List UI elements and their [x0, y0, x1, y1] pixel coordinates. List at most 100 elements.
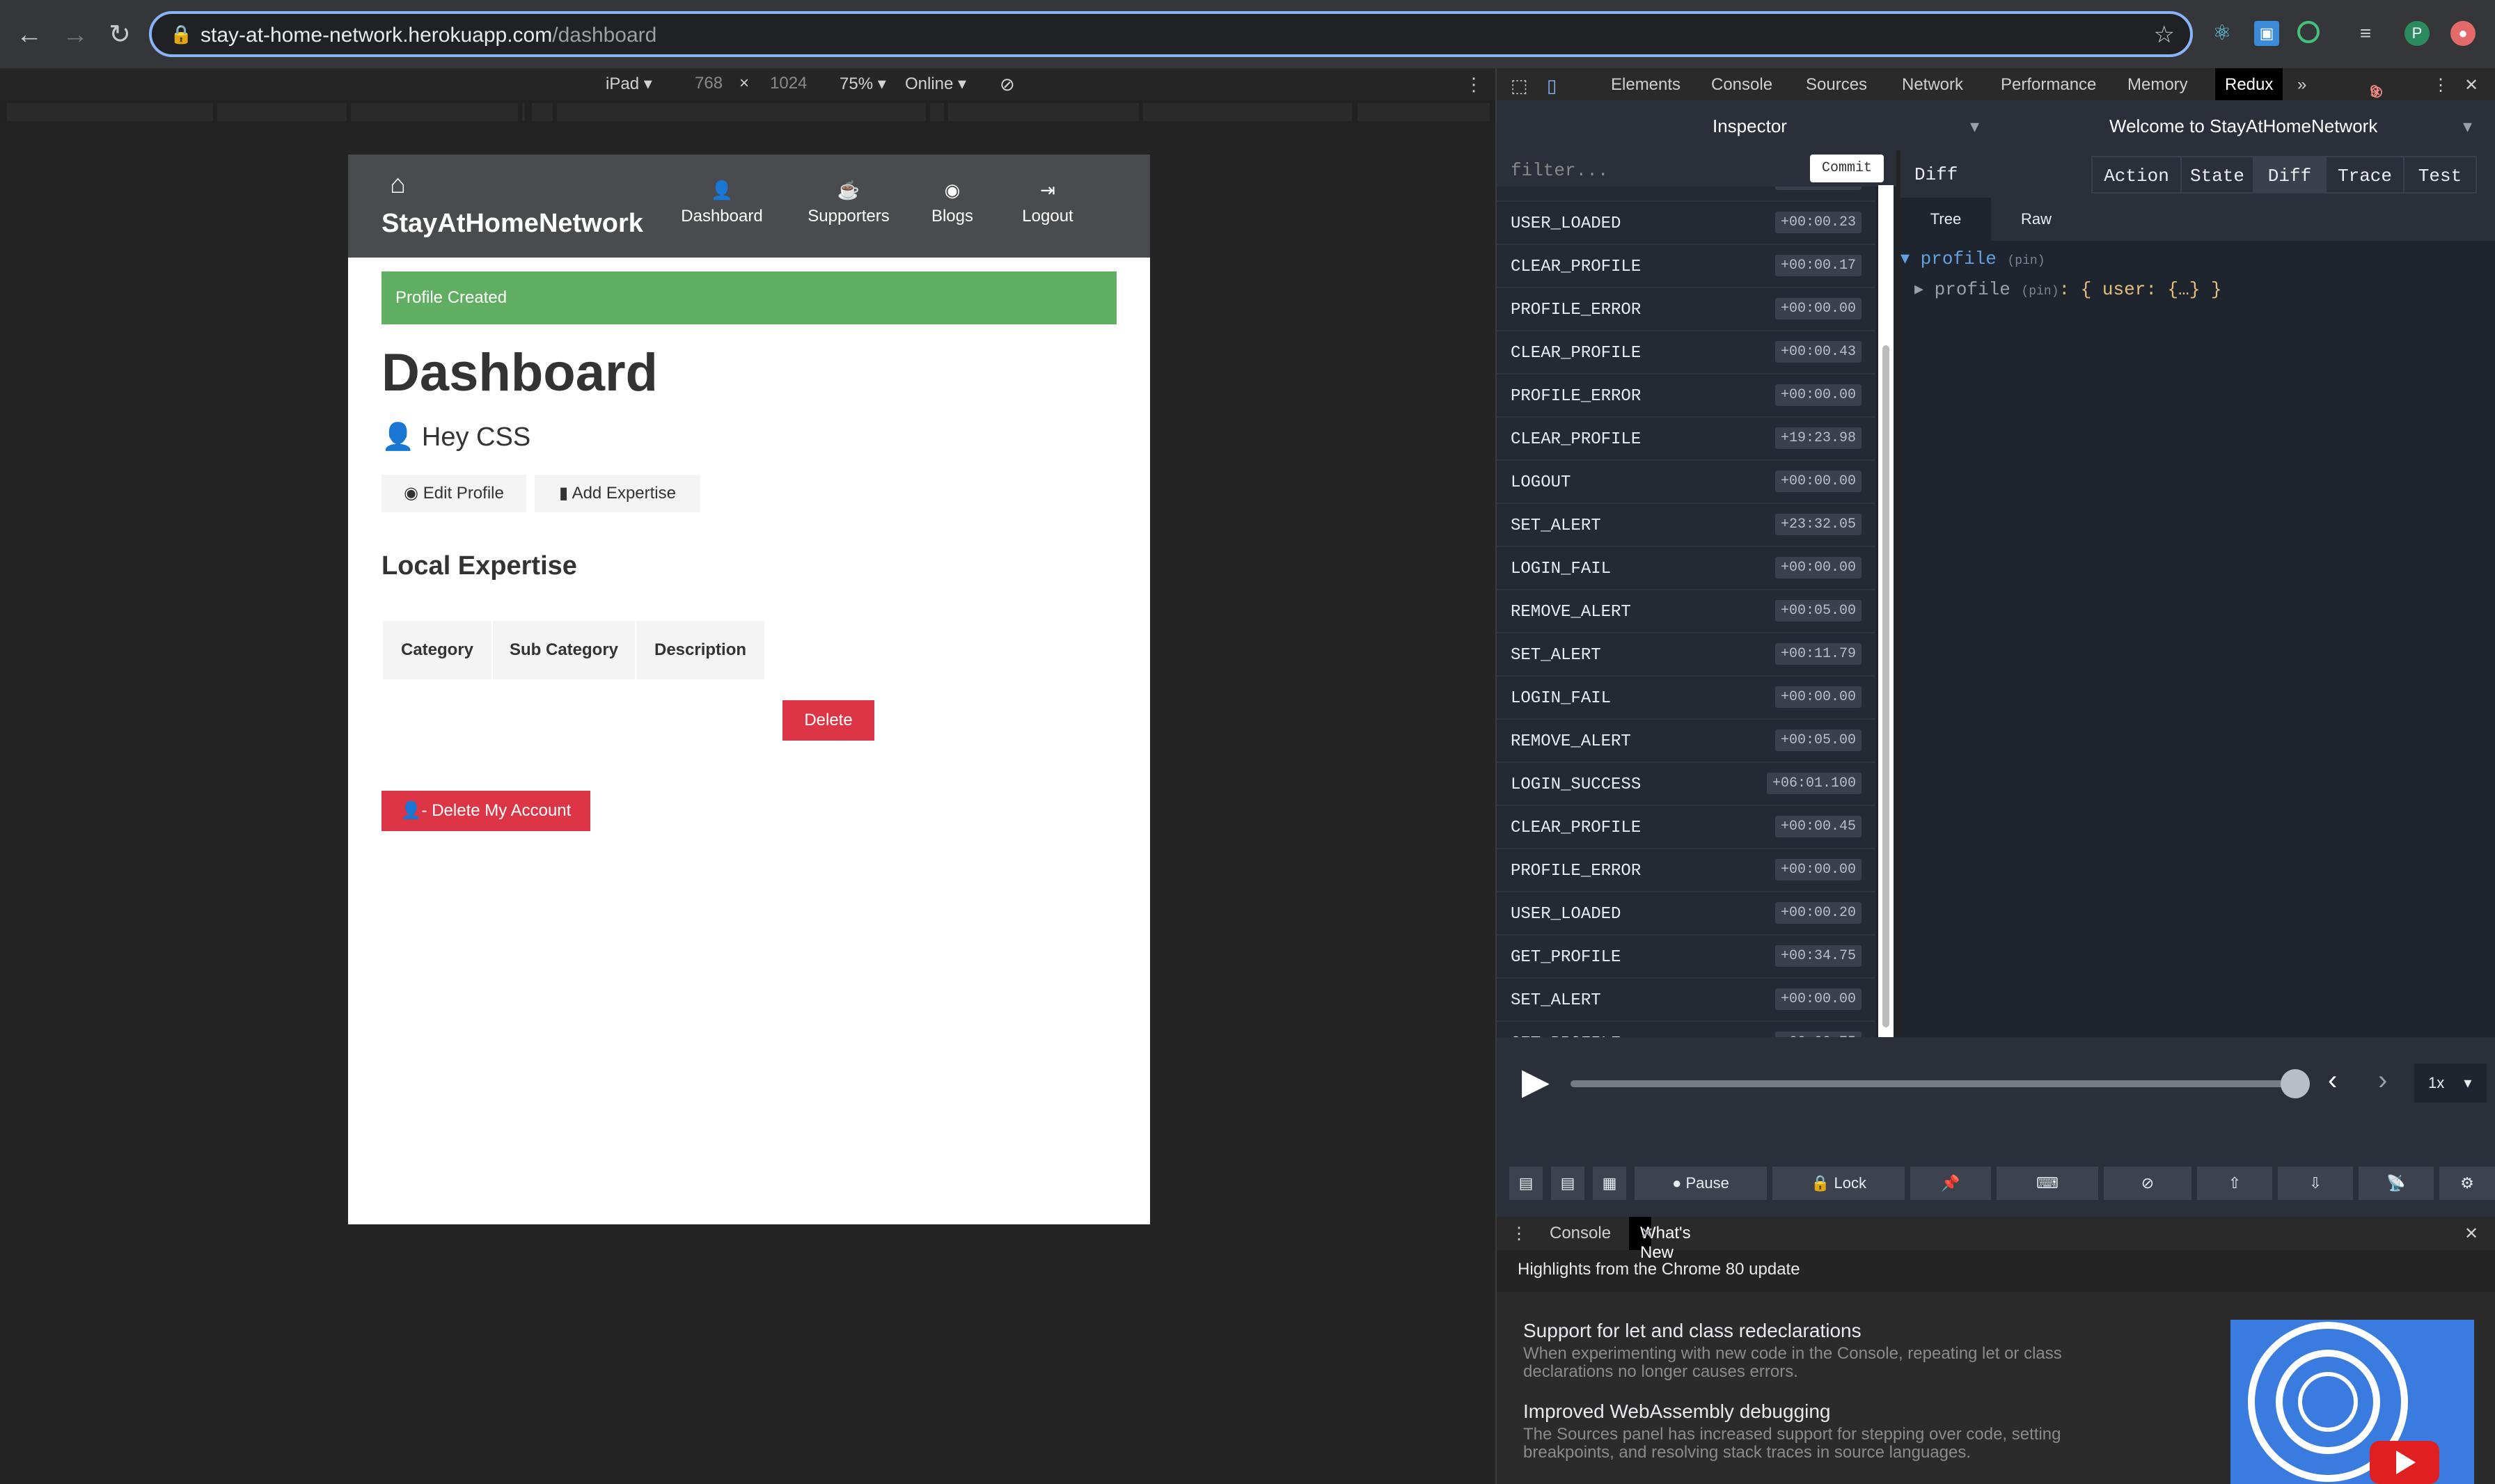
action-row[interactable]: REGISTER_FAIL +00:00.05 — [1497, 187, 1875, 202]
drawer-menu-icon[interactable]: ⋮ — [1511, 1224, 1527, 1244]
news-title-2[interactable]: Improved WebAssembly debugging — [1523, 1400, 1831, 1423]
tab-state[interactable]: State — [2180, 156, 2254, 194]
inspector-monitor-icon[interactable]: ▤ — [1551, 1167, 1584, 1200]
export-icon[interactable]: ⇧ — [2197, 1167, 2272, 1200]
extension-circle-icon[interactable] — [2297, 21, 2320, 43]
bookmark-star-icon[interactable]: ☆ — [2154, 21, 2175, 49]
tab-performance[interactable]: Performance — [2001, 75, 2096, 95]
forward-icon[interactable]: → — [57, 17, 93, 53]
action-row[interactable]: PROFILE_ERROR +00:00.00 — [1497, 288, 1875, 331]
tab-sources[interactable]: Sources — [1806, 75, 1867, 95]
devtools-menu-icon[interactable]: ⋮ — [2432, 75, 2449, 95]
action-row[interactable]: CLEAR_PROFILE +19:23.98 — [1497, 418, 1875, 461]
zoom-select[interactable]: 75% ▾ — [840, 74, 886, 94]
tab-elements[interactable]: Elements — [1611, 75, 1681, 95]
action-row[interactable]: SET_ALERT +23:32.05 — [1497, 504, 1875, 547]
action-row[interactable]: GET_PROFILE +00:34.75 — [1497, 936, 1875, 979]
extension-icon[interactable]: ▣ — [2254, 21, 2279, 46]
action-row[interactable]: CLEAR_PROFILE +00:00.43 — [1497, 331, 1875, 374]
delete-expertise-button[interactable]: Delete — [782, 700, 874, 741]
network-select[interactable]: Online ▾ — [905, 74, 966, 94]
action-row[interactable]: PROFILE_ERROR +00:00.00 — [1497, 374, 1875, 418]
tab-raw[interactable]: Raw — [1991, 198, 2081, 241]
device-mode-icon[interactable]: ▯ — [1547, 75, 1557, 97]
rotate-icon[interactable]: ⊘ — [1000, 74, 1015, 95]
speed-select[interactable]: 1x ▾ — [2414, 1064, 2487, 1103]
device-width[interactable]: 768 — [695, 74, 723, 93]
sync-icon[interactable]: ⊘ — [2104, 1167, 2191, 1200]
nav-supporters[interactable]: ☕ Supporters — [803, 180, 894, 226]
pin-icon[interactable]: 📌 — [1910, 1167, 1991, 1200]
chevron-left-icon[interactable]: ‹ — [2328, 1065, 2337, 1096]
import-icon[interactable]: ⇩ — [2278, 1167, 2353, 1200]
log-monitor-icon[interactable]: ▤ — [1509, 1167, 1543, 1200]
keyboard-icon[interactable]: ⌨ — [1997, 1167, 2098, 1200]
tree-node-profile[interactable]: ▾ profile (pin) — [1900, 248, 2045, 269]
chart-monitor-icon[interactable]: ▦ — [1593, 1167, 1626, 1200]
nav-dashboard[interactable]: 👤 Dashboard — [677, 180, 767, 226]
settings-icon[interactable]: ⚙ — [2439, 1167, 2495, 1200]
delete-account-button[interactable]: 👤- Delete My Account — [381, 791, 590, 831]
close-tab-icon[interactable]: ✕ — [1640, 1224, 1654, 1244]
nav-blogs[interactable]: ◉ Blogs — [926, 180, 979, 226]
action-row[interactable]: SET_ALERT +00:11.79 — [1497, 633, 1875, 677]
filter-input[interactable]: filter... — [1511, 160, 1608, 181]
action-row[interactable]: USER_LOADED +00:00.20 — [1497, 892, 1875, 936]
tab-tree[interactable]: Tree — [1900, 198, 1991, 241]
more-options-icon[interactable]: ⋮ — [1465, 74, 1483, 95]
close-devtools-icon[interactable]: ✕ — [2464, 75, 2478, 95]
edit-profile-button[interactable]: ◉ Edit Profile — [381, 475, 526, 512]
brand-logo[interactable]: StayAtHomeNetwork — [381, 209, 643, 239]
device-height[interactable]: 1024 — [770, 74, 807, 93]
tab-trace[interactable]: Trace — [2325, 156, 2405, 194]
react-devtools-icon[interactable]: ⚛ — [2210, 21, 2235, 46]
tab-memory[interactable]: Memory — [2127, 75, 2188, 95]
lock-button[interactable]: 🔒 Lock — [1772, 1167, 1905, 1200]
action-row[interactable]: SET_ALERT +00:00.00 — [1497, 979, 1875, 1022]
home-icon[interactable]: ⌂ — [390, 170, 406, 200]
close-drawer-icon[interactable]: ✕ — [2464, 1224, 2478, 1244]
drawer-tab-console[interactable]: Console — [1550, 1224, 1611, 1243]
back-icon[interactable]: ← — [11, 17, 47, 53]
tab-test[interactable]: Test — [2403, 156, 2477, 194]
action-row[interactable]: REMOVE_ALERT +00:05.00 — [1497, 590, 1875, 633]
action-row[interactable]: GET_PROFILE+00:00.75 — [1497, 1022, 1875, 1037]
slider-track[interactable] — [1571, 1080, 2295, 1087]
tab-network[interactable]: Network — [1902, 75, 1963, 95]
tab-diff[interactable]: Diff — [2253, 156, 2327, 194]
action-row[interactable]: LOGIN_FAIL +00:00.00 — [1497, 547, 1875, 590]
action-row[interactable]: USER_LOADED +00:00.23 — [1497, 202, 1875, 245]
monitor-select[interactable]: Inspector — [1713, 116, 1787, 137]
add-expertise-button[interactable]: ▮ Add Expertise — [535, 475, 700, 512]
instance-select[interactable]: Welcome to StayAtHomeNetwork — [2109, 116, 2377, 137]
profile-avatar[interactable]: P — [2405, 21, 2430, 46]
tab-console[interactable]: Console — [1711, 75, 1772, 95]
remote-icon[interactable]: 📡 — [2359, 1167, 2434, 1200]
action-row[interactable]: CLEAR_PROFILE +00:00.17 — [1497, 245, 1875, 288]
chevron-right-icon[interactable]: › — [2378, 1065, 2387, 1096]
inspect-element-icon[interactable]: ⬚ — [1511, 75, 1528, 97]
reading-list-icon[interactable]: ≡ — [2353, 21, 2378, 46]
tab-action[interactable]: Action — [2091, 156, 2182, 194]
chevron-down-icon[interactable]: ▾ — [2463, 116, 2472, 137]
action-row[interactable]: CLEAR_PROFILE +00:00.45 — [1497, 806, 1875, 849]
action-row[interactable]: LOGOUT +00:00.00 — [1497, 461, 1875, 504]
action-row[interactable]: LOGIN_SUCCESS +06:01.100 — [1497, 763, 1875, 806]
device-select[interactable]: iPad ▾ — [606, 74, 652, 94]
commit-button[interactable]: Commit — [1810, 155, 1884, 182]
drawer-tab-whats-new[interactable]: What's New ✕ — [1629, 1217, 1691, 1262]
chevron-down-icon[interactable]: ▾ — [1970, 116, 1979, 137]
play-icon[interactable]: ▶ — [1522, 1061, 1550, 1103]
extension-record-icon[interactable]: ● — [2450, 21, 2476, 46]
video-thumbnail[interactable] — [2230, 1320, 2474, 1484]
tree-node-profile-child[interactable]: ▸ profile (pin): { user: {…} } — [1914, 278, 2222, 300]
tab-more[interactable]: » — [2297, 75, 2306, 95]
action-row[interactable]: REMOVE_ALERT +00:05.00 — [1497, 720, 1875, 763]
news-title-1[interactable]: Support for let and class redeclarations — [1523, 1320, 1862, 1342]
scrollbar[interactable] — [1878, 185, 1894, 1037]
tab-redux[interactable]: Redux — [2215, 68, 2283, 100]
action-row[interactable]: LOGIN_FAIL +00:00.00 — [1497, 677, 1875, 720]
slider-handle[interactable] — [2281, 1069, 2310, 1098]
nav-logout[interactable]: ⇥ Logout — [1016, 180, 1079, 226]
action-row[interactable]: PROFILE_ERROR +00:00.00 — [1497, 849, 1875, 892]
